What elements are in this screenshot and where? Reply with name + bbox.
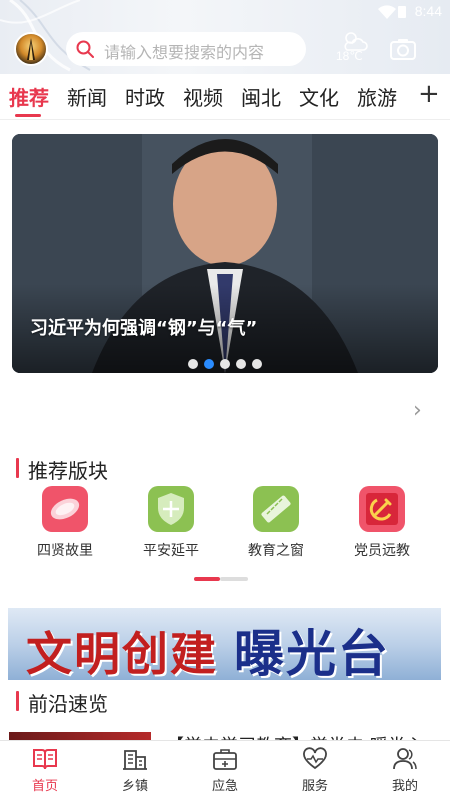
promo-banner[interactable]: 文明创建 曝光台: [8, 608, 441, 680]
recommend-grid: 四贤故里 平安延平 教育之窗 党员远教: [0, 486, 450, 566]
app-logo[interactable]: [14, 32, 48, 66]
carousel-dot[interactable]: [236, 359, 246, 369]
bottom-nav: 首页 乡镇 应急 服务 我的: [0, 740, 450, 800]
add-channel-icon[interactable]: +: [418, 79, 440, 109]
wifi-icon: [378, 5, 396, 19]
frontline-section-title: 前沿速览: [16, 688, 108, 717]
party-emblem-icon: [359, 486, 405, 532]
tab-travel[interactable]: 旅游: [357, 82, 397, 111]
user-icon: [393, 748, 417, 770]
nav-towns[interactable]: 乡镇: [90, 747, 180, 794]
nav-label: 我的: [391, 779, 418, 794]
grid-item-pingan[interactable]: 平安延平: [126, 486, 216, 560]
carousel-dot[interactable]: [220, 359, 230, 369]
weather-temp: 18℃: [336, 49, 363, 63]
ruler-icon: [253, 486, 299, 532]
carousel-dot[interactable]: [252, 359, 262, 369]
tab-news[interactable]: 新闻: [67, 82, 107, 111]
carousel-dots: [188, 354, 268, 369]
nav-label: 乡镇: [121, 779, 148, 794]
tab-politics[interactable]: 时政: [125, 82, 165, 111]
shield-icon: [148, 486, 194, 532]
tab-recommend[interactable]: 推荐: [9, 82, 49, 111]
sixian-icon: [42, 486, 88, 532]
grid-item-label: 四贤故里: [37, 543, 93, 559]
status-time: 8:44: [414, 3, 442, 19]
grid-item-label: 党员远教: [354, 543, 410, 559]
channel-tabs: 推荐 新闻 时政 视频 闽北 文化 旅游 +: [0, 74, 450, 120]
pager-inactive: [220, 577, 248, 581]
header: 8:44 请输入想要搜索的内容 18℃: [0, 0, 450, 74]
carousel-dot-active[interactable]: [204, 359, 214, 369]
search-icon: [76, 40, 94, 58]
book-icon: [33, 749, 57, 770]
grid-item-label: 教育之窗: [248, 543, 304, 559]
nav-home[interactable]: 首页: [0, 747, 90, 794]
recommend-section-title: 推荐版块: [16, 455, 108, 484]
nav-label: 应急: [211, 779, 238, 794]
pager-active: [194, 577, 220, 581]
chevron-right-icon[interactable]: ›: [413, 398, 422, 423]
nav-label: 首页: [31, 779, 58, 794]
grid-item-label: 平安延平: [143, 543, 199, 559]
carousel-dot[interactable]: [188, 359, 198, 369]
active-tab-indicator: [15, 114, 41, 117]
nav-emergency[interactable]: 应急: [180, 747, 270, 794]
tab-culture[interactable]: 文化: [299, 82, 339, 111]
grid-item-sixian[interactable]: 四贤故里: [20, 486, 110, 560]
medkit-icon: [213, 749, 237, 770]
headline-banner[interactable]: 习近平为何强调“钢”与“气”: [12, 134, 438, 373]
promo-text-blue: 曝光台: [234, 624, 390, 680]
grid-pager: [194, 577, 248, 581]
logo-emblem-icon: [27, 38, 35, 60]
weather-widget[interactable]: 18℃: [334, 28, 374, 68]
nav-mine[interactable]: 我的: [360, 747, 450, 794]
promo-text-red: 文明创建: [26, 627, 218, 680]
grid-item-party[interactable]: 党员远教: [337, 486, 427, 560]
banner-caption: 习近平为何强调“钢”与“气”: [30, 318, 258, 339]
tab-video[interactable]: 视频: [183, 82, 223, 111]
battery-icon: [398, 6, 406, 18]
search-placeholder: 请输入想要搜索的内容: [104, 45, 265, 62]
status-bar: 8:44: [0, 0, 450, 24]
building-icon: [123, 750, 147, 770]
heart-icon: [303, 747, 327, 770]
nav-services[interactable]: 服务: [270, 747, 360, 794]
tab-minbei[interactable]: 闽北: [241, 82, 281, 111]
nav-label: 服务: [301, 779, 328, 794]
camera-icon[interactable]: [390, 38, 416, 60]
search-input[interactable]: 请输入想要搜索的内容: [66, 32, 306, 66]
grid-item-education[interactable]: 教育之窗: [231, 486, 321, 560]
